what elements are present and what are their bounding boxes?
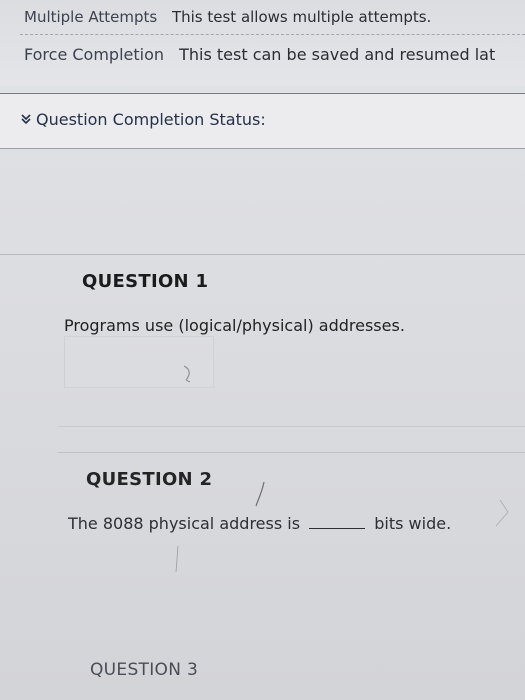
test-info-section: Multiple Attempts This test allows multi… bbox=[0, 0, 525, 86]
multiple-attempts-value: This test allows multiple attempts. bbox=[171, 8, 432, 26]
multiple-attempts-label: Multiple Attempts bbox=[24, 8, 158, 26]
question-2-blank-field[interactable] bbox=[309, 527, 366, 529]
multiple-attempts-row: Multiple Attempts This test allows multi… bbox=[24, 8, 431, 26]
question-2-text-before: The 8088 physical address is bbox=[68, 514, 301, 533]
cursor-icon bbox=[183, 365, 191, 383]
question-3-heading: QUESTION 3 bbox=[90, 660, 199, 680]
divider bbox=[0, 254, 525, 255]
force-completion-row: Force Completion This test can be saved … bbox=[24, 45, 495, 64]
question-completion-status-toggle[interactable]: Question Completion Status: bbox=[0, 93, 525, 149]
divider bbox=[58, 452, 525, 453]
question-2-text-after: bits wide. bbox=[374, 514, 452, 533]
question-1-heading: QUESTION 1 bbox=[82, 271, 209, 292]
force-completion-label: Force Completion bbox=[24, 45, 165, 64]
divider bbox=[58, 426, 525, 427]
question-completion-status-label: Question Completion Status: bbox=[36, 110, 266, 129]
force-completion-value: This test can be saved and resumed lat bbox=[179, 45, 496, 64]
question-2-heading: QUESTION 2 bbox=[86, 469, 213, 490]
double-chevron-down-icon bbox=[21, 114, 31, 125]
question-1-text: Programs use (logical/physical) addresse… bbox=[64, 316, 405, 335]
question-2-text: The 8088 physical address is bits wide. bbox=[68, 514, 451, 533]
divider bbox=[20, 34, 525, 35]
